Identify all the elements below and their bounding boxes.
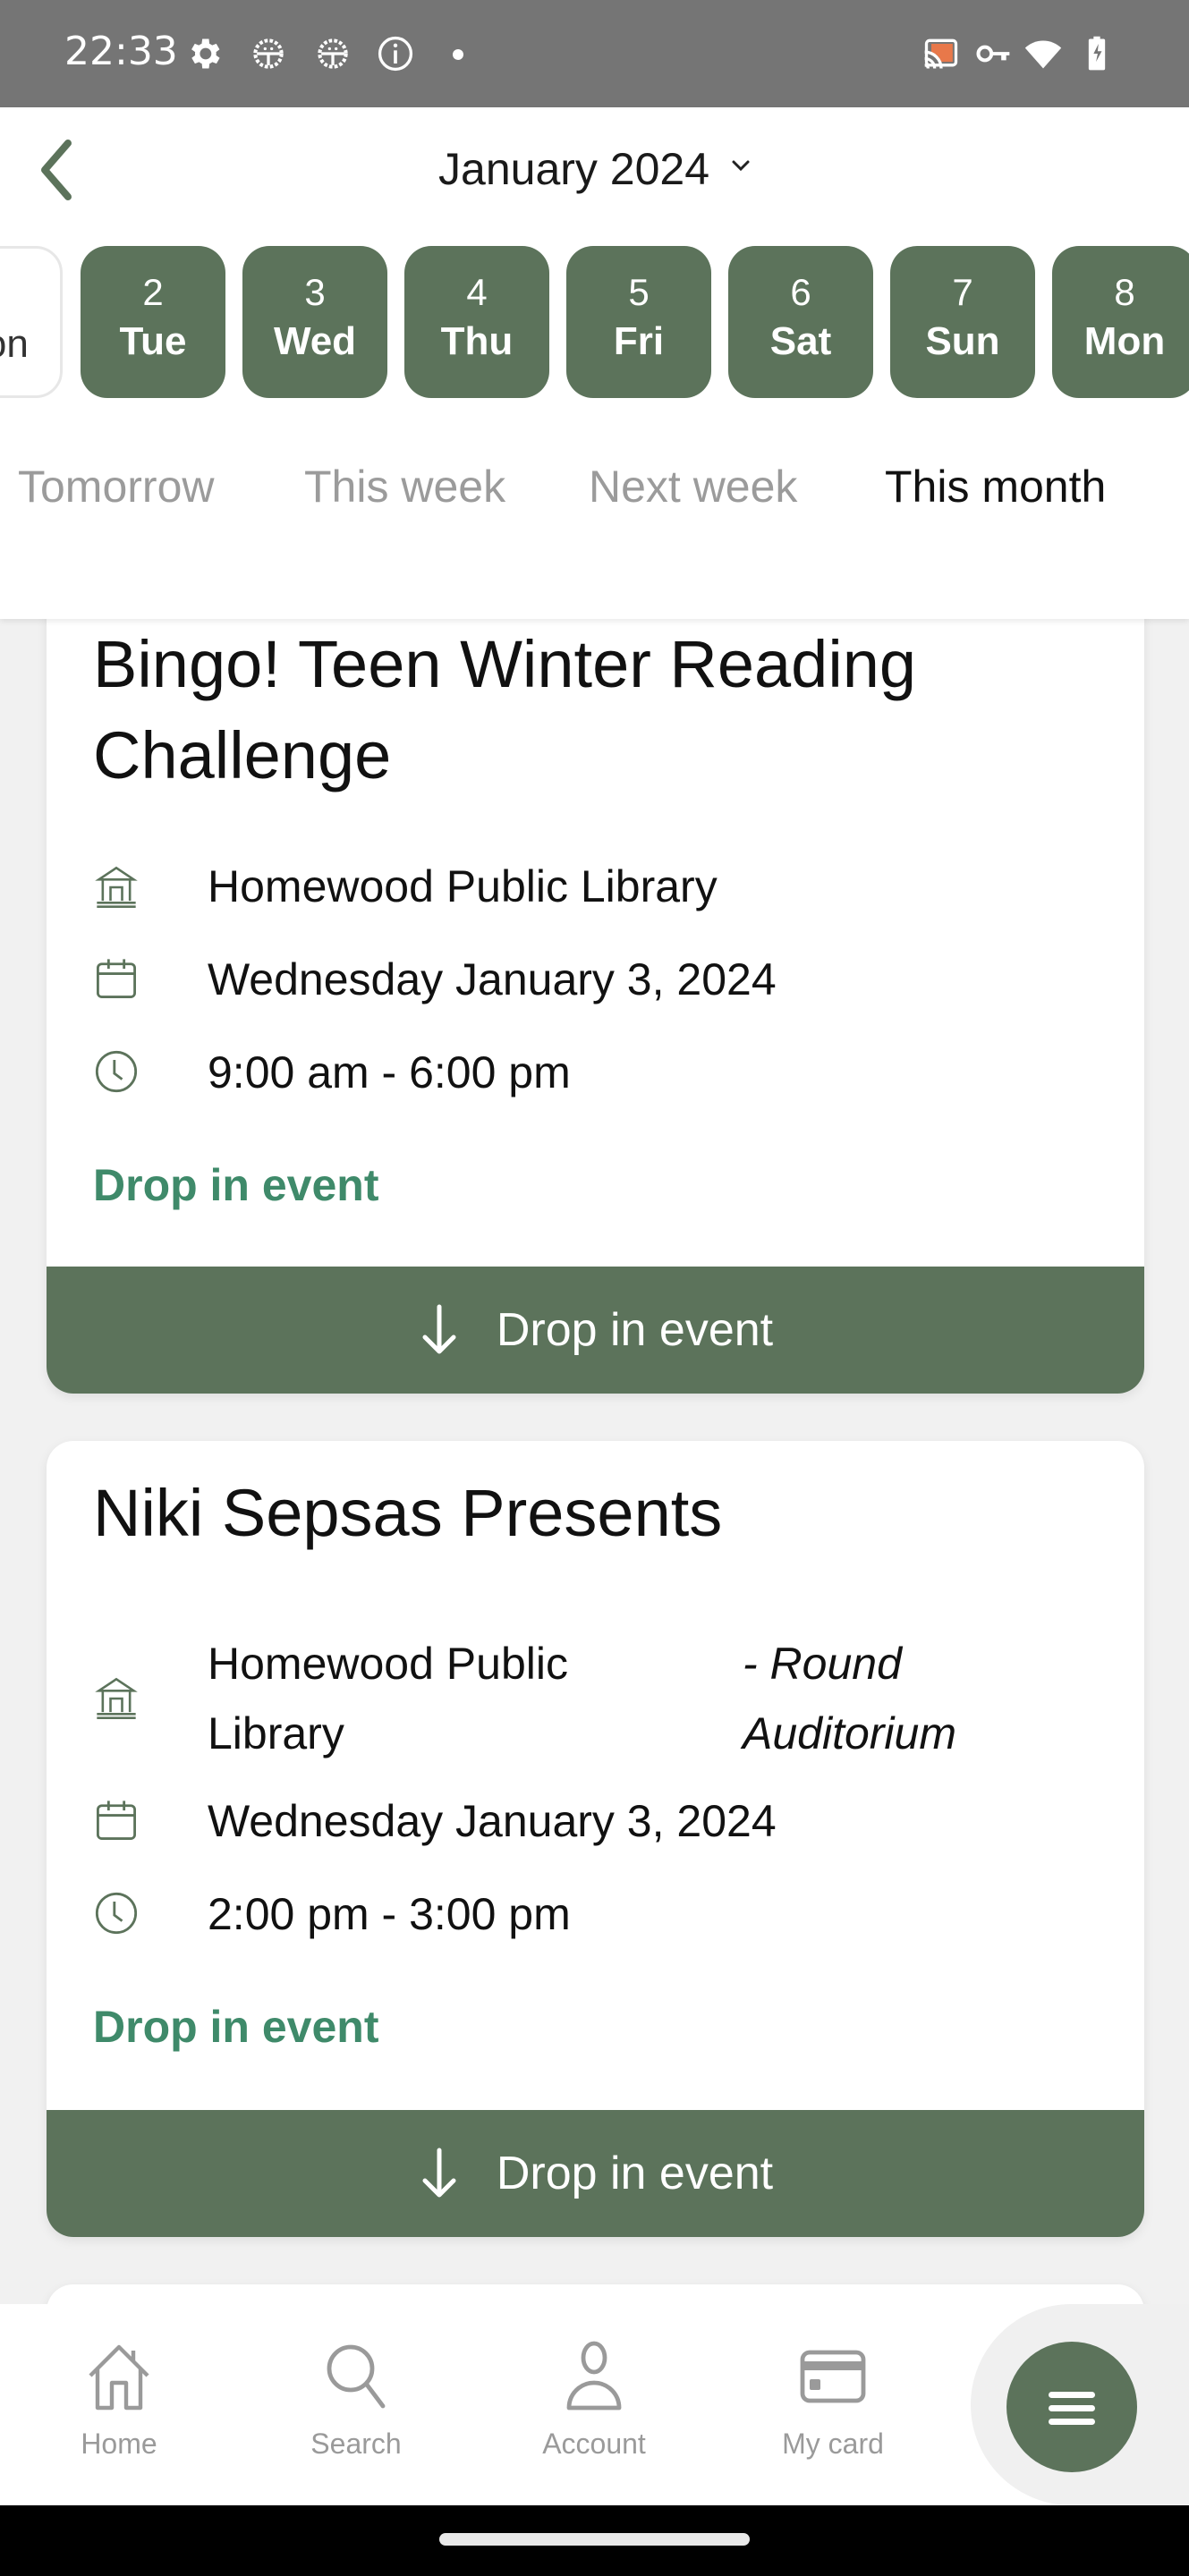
tab-this-week[interactable]: This week: [304, 461, 505, 513]
event-time: 2:00 pm - 3:00 pm: [208, 1889, 571, 1939]
bottom-navigation: Home Search Account My card: [0, 2304, 1189, 2505]
debug-icon: [318, 38, 348, 69]
month-selector[interactable]: January 2024: [0, 143, 1189, 195]
event-card[interactable]: Bingo! Teen Winter Reading Challenge Hom…: [47, 572, 1144, 1394]
status-bar: 22:33: [0, 0, 1189, 107]
nav-my-card-label: My card: [782, 2428, 884, 2460]
nav-search-label: Search: [310, 2428, 402, 2460]
event-type-label: Drop in event: [93, 2002, 379, 2052]
arrow-down-icon: [422, 1304, 456, 1354]
tab-tomorrow[interactable]: Tomorrow: [18, 461, 214, 513]
tab-next-week[interactable]: Next week: [589, 461, 797, 513]
nav-search[interactable]: Search: [280, 2340, 432, 2461]
event-time: 9:00 am - 6:00 pm: [208, 1047, 571, 1097]
event-date: Wednesday January 3, 2024: [208, 1796, 777, 1846]
card-icon: [800, 2350, 866, 2403]
chevron-down-icon: [732, 160, 750, 171]
date-range-tabs: Tomorrow This week Next week This month: [0, 461, 1189, 532]
info-icon: [378, 36, 413, 72]
home-icon: [89, 2344, 149, 2411]
clock-icon: [95, 1892, 138, 1935]
drop-in-event-button[interactable]: Drop in event: [47, 1267, 1144, 1394]
month-label: January 2024: [438, 144, 710, 194]
arrow-down-icon: [422, 2148, 456, 2198]
system-navigation-bar: [0, 2505, 1189, 2576]
vpn-key-icon: [976, 45, 1010, 63]
event-location-row: Homewood Public Library - Round Auditori…: [93, 1629, 1108, 1768]
library-building-icon: [95, 1677, 138, 1719]
calendar-icon: [97, 959, 136, 998]
settings-icon: [191, 38, 220, 69]
status-time: 22:33: [64, 29, 178, 74]
drop-in-event-label: Drop in event: [496, 2148, 774, 2199]
event-card[interactable]: Niki Sepsas Presents Homewood Public Lib…: [47, 1441, 1144, 2237]
event-type-label: Drop in event: [93, 1160, 379, 1210]
day-chip[interactable]: 2 Tue: [81, 246, 225, 398]
event-date: Wednesday January 3, 2024: [208, 954, 777, 1004]
drop-in-event-label: Drop in event: [496, 1304, 774, 1356]
account-icon: [566, 2341, 622, 2411]
search-icon: [327, 2344, 386, 2409]
battery-charging-icon: [1088, 36, 1106, 71]
menu-icon: [1049, 2392, 1095, 2398]
nav-account[interactable]: Account: [518, 2340, 670, 2461]
wifi-icon: [1024, 40, 1062, 69]
day-chip[interactable]: 5 Fri: [566, 246, 711, 398]
calendar-icon: [97, 1801, 136, 1840]
event-room: - Round Auditorium: [743, 1639, 956, 1758]
event-location: Homewood Public Library: [208, 1639, 568, 1758]
nav-home-label: Home: [81, 2428, 157, 2460]
day-strip[interactable]: 1 Mon 2 Tue 3 Wed 4 Thu 5 Fri 6 Sat 7 Su…: [0, 246, 1189, 398]
event-location: Homewood Public Library: [208, 861, 718, 911]
tab-this-month[interactable]: This month: [885, 461, 1106, 513]
day-chip[interactable]: 6 Sat: [728, 246, 873, 398]
cast-icon: [924, 38, 958, 69]
clock-icon: [95, 1050, 138, 1093]
debug-icon: [253, 38, 284, 69]
day-chip[interactable]: 1 Mon: [0, 246, 63, 398]
drop-in-event-button[interactable]: Drop in event: [47, 2110, 1144, 2237]
nav-account-label: Account: [542, 2428, 646, 2460]
day-chip[interactable]: 4 Thu: [404, 246, 549, 398]
nav-my-card[interactable]: My card: [757, 2340, 909, 2461]
day-chip[interactable]: 7 Sun: [890, 246, 1035, 398]
notification-dot-icon: [453, 49, 463, 60]
library-building-icon: [95, 866, 138, 908]
menu-icon-bar: [1049, 2419, 1095, 2425]
menu-button[interactable]: [1006, 2342, 1137, 2472]
menu-icon-bar: [1049, 2405, 1095, 2411]
event-title[interactable]: Bingo! Teen Winter Reading Challenge: [93, 619, 1098, 801]
event-title[interactable]: Niki Sepsas Presents: [93, 1468, 1098, 1559]
events-header: January 2024 1 Mon 2 Tue 3 Wed 4 Thu 5 F…: [0, 107, 1189, 619]
home-gesture-handle[interactable]: [439, 2533, 750, 2546]
day-chip[interactable]: 3 Wed: [242, 246, 387, 398]
day-chip[interactable]: 8 Mon: [1052, 246, 1189, 398]
nav-home[interactable]: Home: [43, 2340, 195, 2461]
